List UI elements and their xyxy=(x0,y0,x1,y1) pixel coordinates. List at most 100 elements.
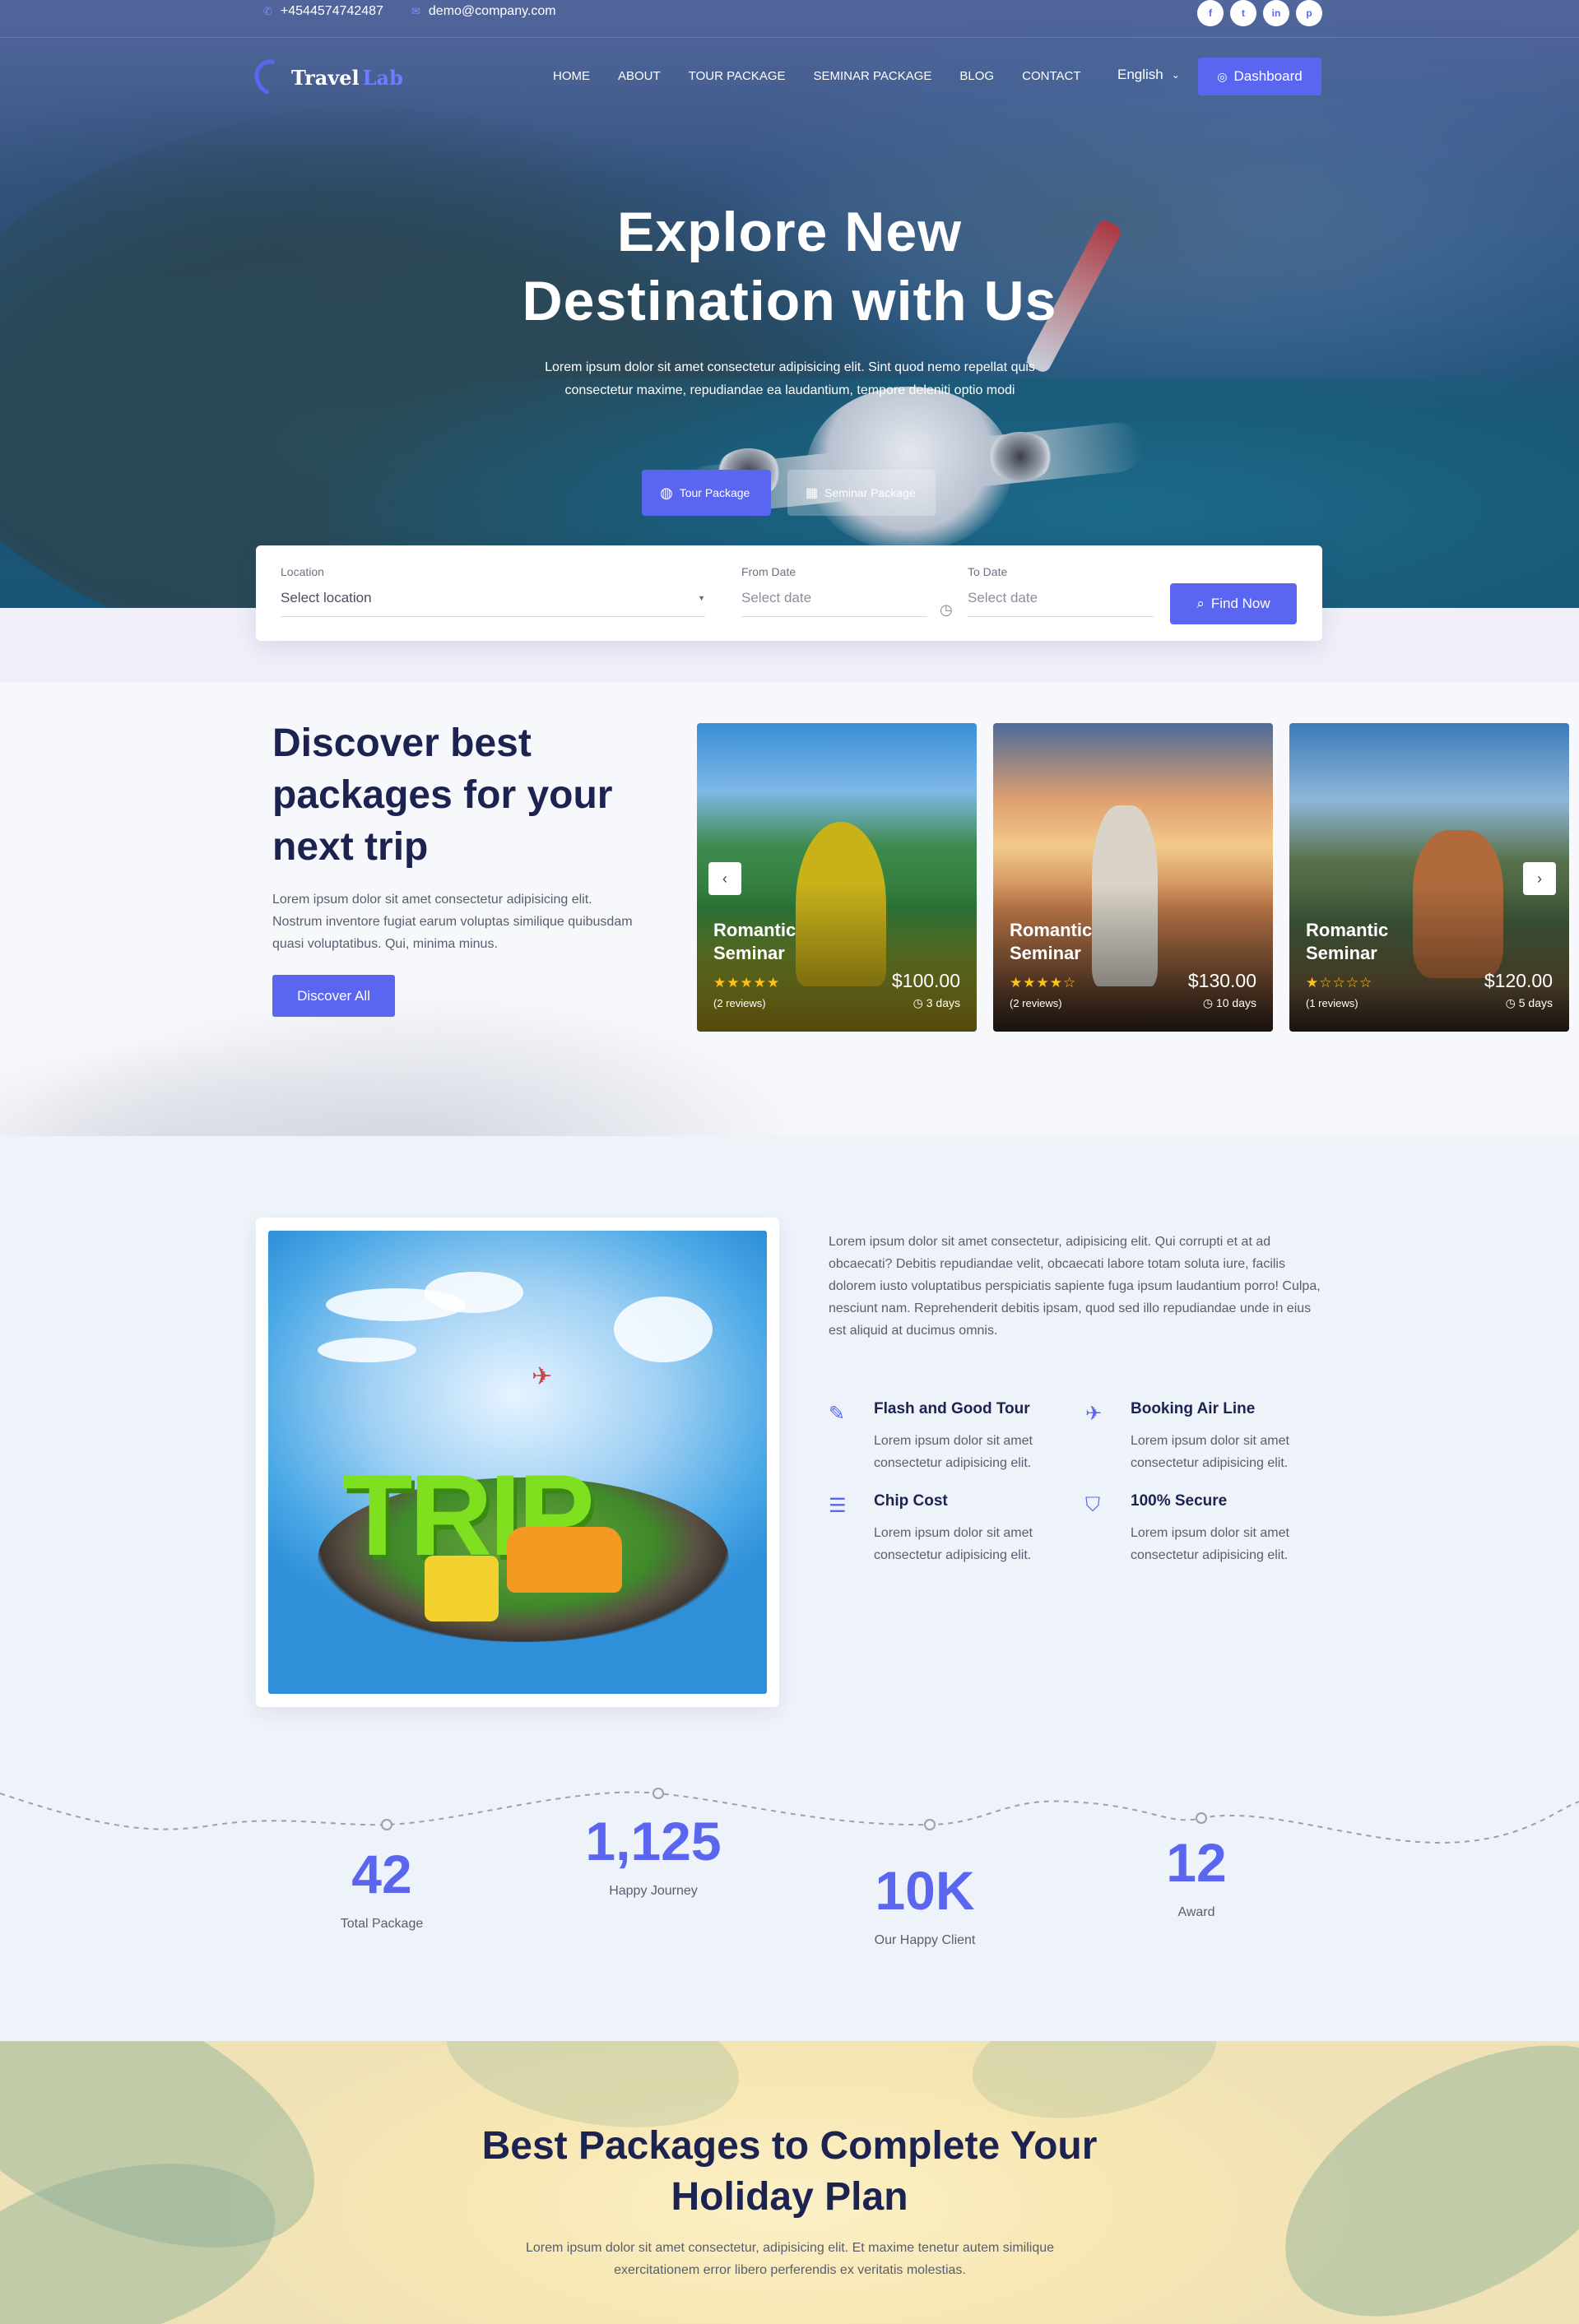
logo-swoosh-icon xyxy=(248,53,295,102)
from-date-input[interactable]: Select date xyxy=(741,590,811,606)
review-count: (2 reviews) xyxy=(713,997,766,1009)
globe-icon: ◍ xyxy=(660,484,673,501)
stat-number: 12 xyxy=(1166,1832,1227,1893)
nav-item-seminar-package[interactable]: SEMINAR PACKAGE xyxy=(814,69,932,83)
rating-stars: ★★★★★ xyxy=(713,975,781,990)
hero-title-line1: Explore New xyxy=(616,201,963,263)
dashboard-button[interactable]: ◎ Dashboard xyxy=(1198,58,1321,95)
feature-text: Lorem ipsum dolor sit amet consectetur a… xyxy=(874,1526,1033,1562)
location-select[interactable]: Select location xyxy=(281,590,372,606)
stat-number: 42 xyxy=(351,1844,412,1904)
carousel-prev-button[interactable]: ‹ xyxy=(708,862,741,895)
location-label: Location xyxy=(281,565,324,578)
stat-number: 10K xyxy=(875,1860,975,1921)
card-duration: ◷ 3 days xyxy=(913,996,960,1009)
about-text: Lorem ipsum dolor sit amet consectetur, … xyxy=(829,1235,1321,1338)
nav-item-home[interactable]: HOME xyxy=(553,69,590,83)
email-address: demo@company.com xyxy=(428,4,556,18)
clock-icon: ◷ xyxy=(1202,996,1214,1009)
search-panel: Location Select location ▼ From Date Sel… xyxy=(256,545,1322,641)
stat-item: 42 Total Package xyxy=(275,1843,489,1932)
find-now-button[interactable]: ⌕ Find Now xyxy=(1170,583,1297,624)
site-logo[interactable]: Travel Lab xyxy=(248,53,403,102)
nav-menu: HOME ABOUT TOUR PACKAGE SEMINAR PACKAGE … xyxy=(553,69,1081,83)
rating-stars: ★★★★☆ xyxy=(1010,975,1077,990)
review-count: (1 reviews) xyxy=(1306,997,1358,1009)
feature-title: Booking Air Line xyxy=(1131,1400,1256,1417)
feature-title: Chip Cost xyxy=(874,1492,948,1510)
card-duration: ◷ 5 days xyxy=(1505,996,1553,1009)
nav-item-tour-package[interactable]: TOUR PACKAGE xyxy=(689,69,786,83)
hero-buttons: ◍ Tour Package ▦ Seminar Package xyxy=(642,470,936,516)
hero-subtitle-line2: consectetur maxime, repudiandae ea lauda… xyxy=(564,383,1015,397)
to-date-label: To Date xyxy=(968,565,1008,578)
chevron-down-icon: ⌄ xyxy=(1171,69,1180,81)
feature-title: Flash and Good Tour xyxy=(874,1400,1030,1417)
airplane-engine xyxy=(987,432,1053,481)
stat-item: 1,125 Happy Journey xyxy=(546,1810,760,1899)
language-select[interactable]: English ⌄ xyxy=(1117,67,1180,83)
discover-title: Discover best packages for your next tri… xyxy=(272,721,613,869)
nav-item-about[interactable]: ABOUT xyxy=(618,69,661,83)
nav-item-contact[interactable]: CONTACT xyxy=(1022,69,1080,83)
card-price: $100.00 xyxy=(891,970,960,991)
twitter-icon[interactable]: t xyxy=(1230,0,1256,26)
feature-text: Lorem ipsum dolor sit amet consectetur a… xyxy=(1131,1526,1289,1562)
hero-section: ✆ +4544574742487 ✉ demo@company.com f t … xyxy=(0,0,1579,608)
stat-item: 10K Our Happy Client xyxy=(818,1859,1032,1948)
phone-icon: ✆ xyxy=(263,5,272,17)
hero-subtitle-line1: Lorem ipsum dolor sit amet consectetur a… xyxy=(545,360,1035,374)
pinterest-icon[interactable]: p xyxy=(1296,0,1322,26)
card-title: Romantic Seminar xyxy=(1306,920,1389,963)
dashboard-label: Dashboard xyxy=(1233,68,1303,84)
dashed-route-line xyxy=(0,1788,1579,1844)
to-date-input[interactable]: Select date xyxy=(968,590,1038,606)
from-date-field[interactable]: From Date Select date xyxy=(741,565,927,617)
logo-text-accent: Lab xyxy=(362,65,403,90)
card-title: Romantic Seminar xyxy=(1010,920,1093,963)
dashboard-icon: ◎ xyxy=(1217,69,1228,83)
language-label: English xyxy=(1117,67,1163,82)
van xyxy=(507,1527,622,1593)
caret-down-icon: ▼ xyxy=(698,594,705,602)
trip-illustration: ✈ TRIP xyxy=(268,1231,767,1694)
top-bar: ✆ +4544574742487 ✉ demo@company.com f t … xyxy=(0,0,1579,38)
discover-all-button[interactable]: Discover All xyxy=(272,975,395,1017)
tour-package-button[interactable]: ◍ Tour Package xyxy=(642,470,771,516)
calendar-icon: ▦ xyxy=(806,486,819,500)
card-duration: ◷ 10 days xyxy=(1202,996,1256,1009)
airplane-icon: ✈ xyxy=(532,1363,553,1390)
list-icon: ☰ xyxy=(829,1495,847,1517)
to-date-field[interactable]: To Date Select date xyxy=(968,565,1154,617)
social-links: f t in p xyxy=(1197,0,1322,26)
clock-icon: ◷ xyxy=(913,996,923,1009)
discover-text: Lorem ipsum dolor sit amet consectetur a… xyxy=(272,893,633,951)
stat-label: Our Happy Client xyxy=(874,1933,976,1947)
phone-contact[interactable]: ✆ +4544574742487 xyxy=(263,4,383,19)
stat-item: 12 Award xyxy=(1089,1831,1303,1920)
from-date-label: From Date xyxy=(741,565,796,578)
stat-label: Award xyxy=(1177,1905,1215,1919)
feather-icon: ✎ xyxy=(829,1403,846,1425)
packages-title: Best Packages to Complete Your Holiday P… xyxy=(481,2124,1098,2219)
location-field[interactable]: Location Select location ▼ xyxy=(281,565,705,617)
packages-subtitle: Lorem ipsum dolor sit amet consectetur, … xyxy=(525,2241,1055,2277)
nav-item-blog[interactable]: BLOG xyxy=(959,69,994,83)
linkedin-icon[interactable]: in xyxy=(1263,0,1289,26)
email-contact[interactable]: ✉ demo@company.com xyxy=(411,4,556,19)
calendar-clock-icon[interactable]: ◷ xyxy=(940,601,953,619)
find-now-label: Find Now xyxy=(1210,596,1270,611)
facebook-icon[interactable]: f xyxy=(1197,0,1224,26)
feature-title: 100% Secure xyxy=(1131,1492,1228,1510)
card-title: Romantic Seminar xyxy=(713,920,796,963)
card-price: $120.00 xyxy=(1484,970,1553,991)
phone-number: +4544574742487 xyxy=(280,4,383,18)
main-navigation: Travel Lab HOME ABOUT TOUR PACKAGE SEMINA… xyxy=(248,53,1321,102)
rating-stars: ★☆☆☆☆ xyxy=(1306,975,1373,990)
tour-package-label: Tour Package xyxy=(679,486,750,499)
seminar-package-button[interactable]: ▦ Seminar Package xyxy=(787,470,936,516)
package-card[interactable]: Romantic Seminar ★★★★☆ (2 reviews) $130.0… xyxy=(993,723,1273,1032)
card-price: $130.00 xyxy=(1187,970,1256,991)
hero-subtitle: Lorem ipsum dolor sit amet consectetur a… xyxy=(510,356,1070,402)
carousel-next-button[interactable]: › xyxy=(1523,862,1556,895)
